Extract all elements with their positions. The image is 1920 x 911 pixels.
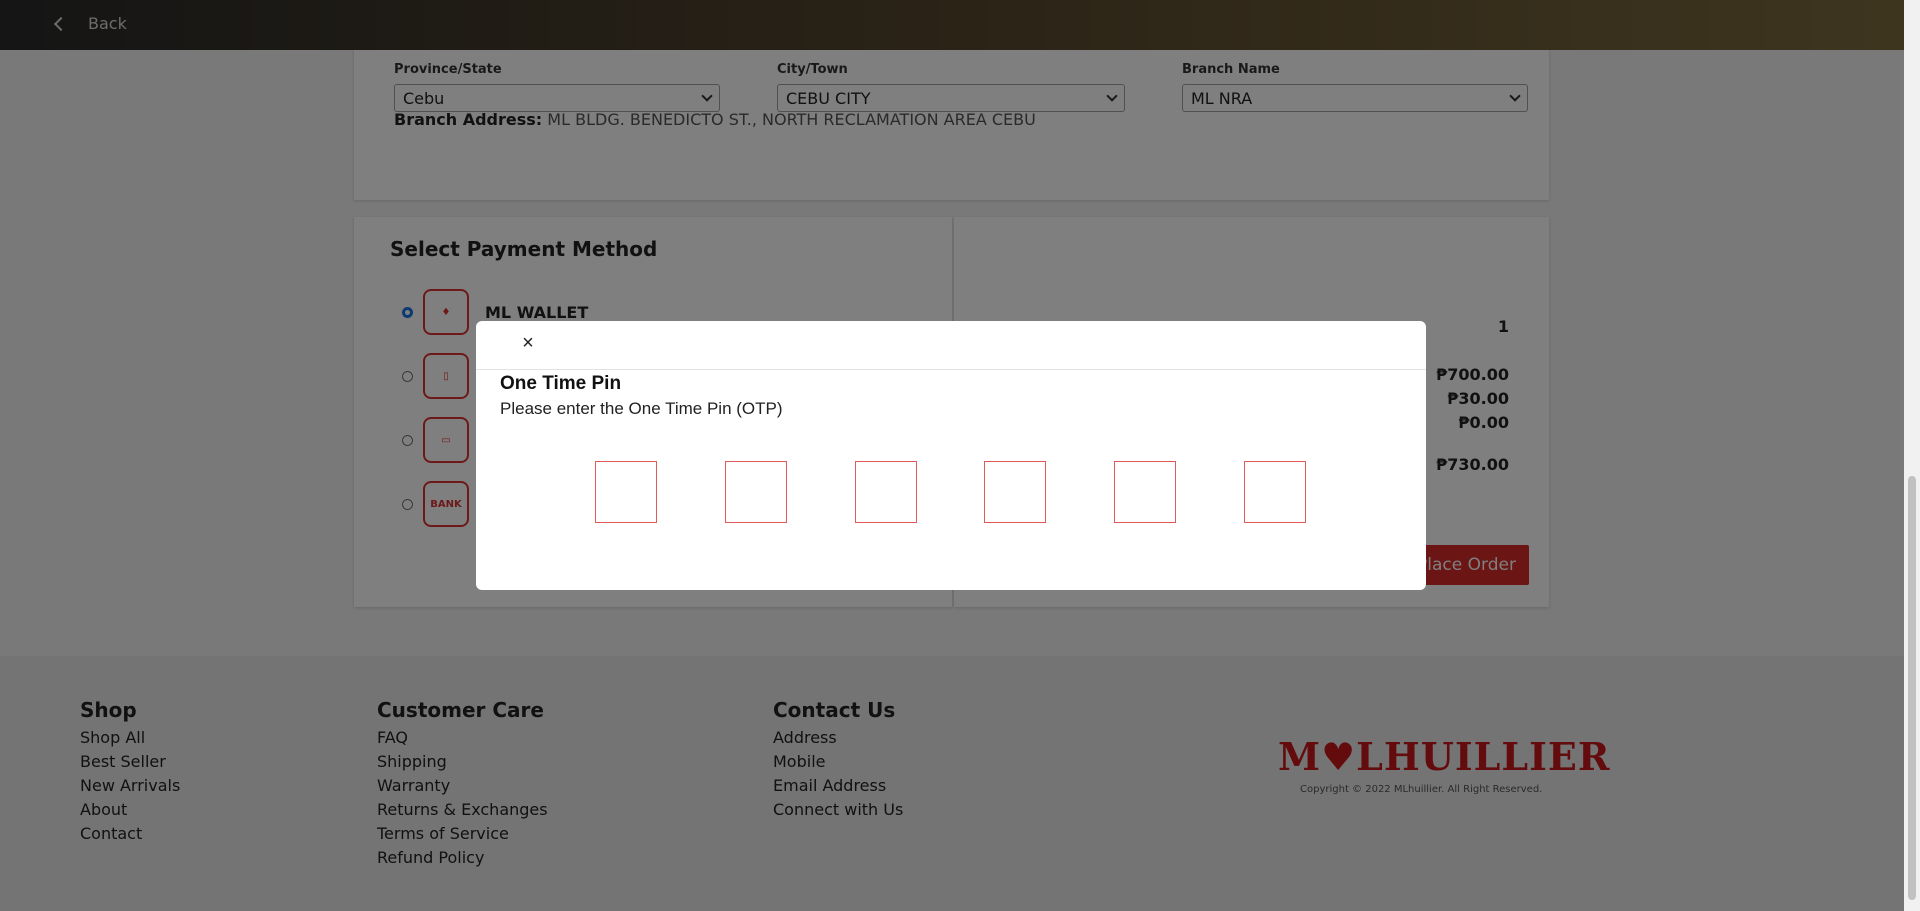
otp-digit-1[interactable]	[595, 461, 657, 523]
otp-digit-2[interactable]	[725, 461, 787, 523]
otp-digit-3[interactable]	[855, 461, 917, 523]
otp-digit-6[interactable]	[1244, 461, 1306, 523]
scrollbar-thumb[interactable]	[1908, 476, 1916, 900]
page-scrollbar[interactable]	[1904, 0, 1920, 911]
modal-subtitle: Please enter the One Time Pin (OTP)	[500, 399, 783, 418]
close-icon[interactable]: ×	[518, 333, 538, 353]
otp-digit-4[interactable]	[984, 461, 1046, 523]
otp-modal: × One Time Pin Please enter the One Time…	[476, 321, 1426, 590]
otp-digit-5[interactable]	[1114, 461, 1176, 523]
modal-header: ×	[476, 321, 1426, 370]
modal-title: One Time Pin	[500, 373, 622, 394]
